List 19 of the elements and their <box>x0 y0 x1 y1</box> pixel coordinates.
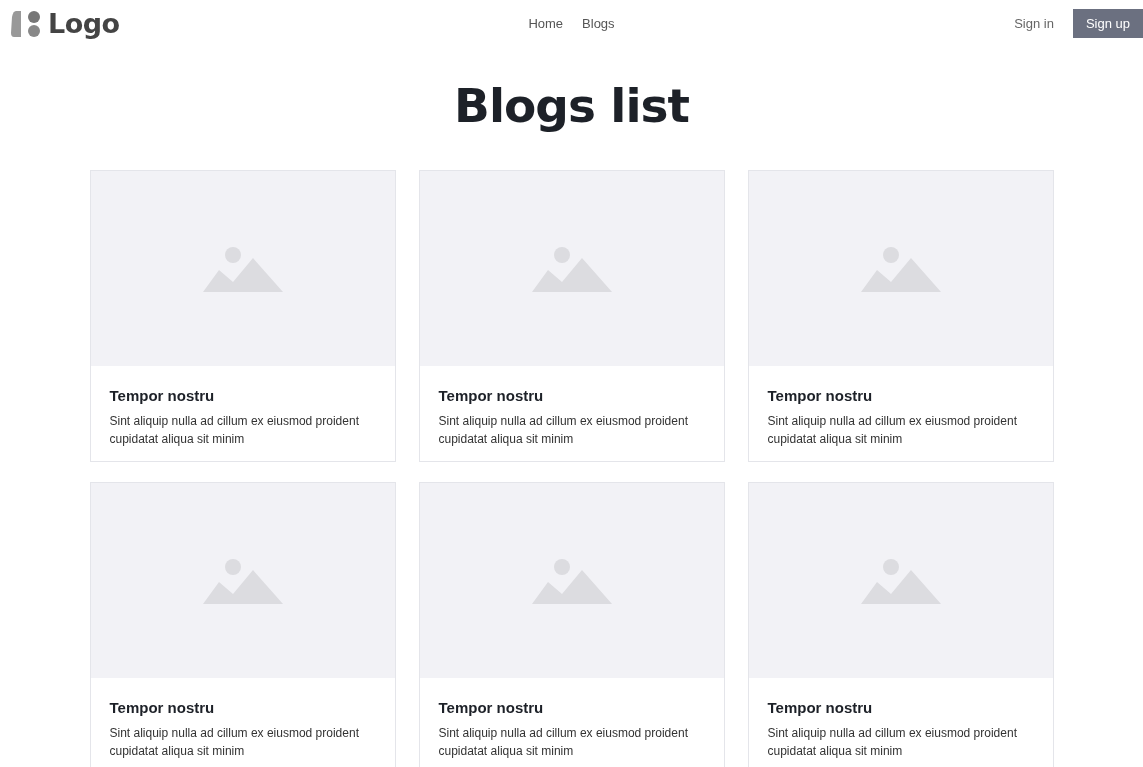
post-title: Tempor nostru <box>438 387 545 404</box>
post-title: Tempor nostru <box>767 699 874 716</box>
post-title: Tempor nostru <box>767 387 874 404</box>
post-title: Tempor nostru <box>438 699 545 716</box>
sign-up-button[interactable]: Sign up <box>1072 9 1143 38</box>
post-title: Tempor nostru <box>109 387 216 404</box>
post-title: Tempor nostru <box>109 699 216 716</box>
sign-in-link[interactable]: Sign in <box>1014 16 1054 31</box>
logo-text: Logo <box>48 8 120 39</box>
post-excerpt: Sint aliquip nulla ad cillum ex eiusmod proident cupidatat aliqua sit minim <box>109 725 360 760</box>
post-excerpt: Sint aliquip nulla ad cillum ex eiusmod proident cupidatat aliqua sit minim <box>109 413 360 448</box>
post-excerpt: Sint aliquip nulla ad cillum ex eiusmod proident cupidatat aliqua sit minim <box>438 413 689 448</box>
nav-link[interactable]: Home <box>528 16 564 31</box>
post-excerpt: Sint aliquip nulla ad cillum ex eiusmod proident cupidatat aliqua sit minim <box>767 725 1018 760</box>
logo-icon <box>10 8 42 39</box>
nav-link[interactable]: Blogs <box>582 16 615 31</box>
post-excerpt: Sint aliquip nulla ad cillum ex eiusmod proident cupidatat aliqua sit minim <box>767 413 1018 448</box>
post-excerpt: Sint aliquip nulla ad cillum ex eiusmod proident cupidatat aliqua sit minim <box>438 725 689 760</box>
page-title: Blogs list <box>454 77 689 135</box>
